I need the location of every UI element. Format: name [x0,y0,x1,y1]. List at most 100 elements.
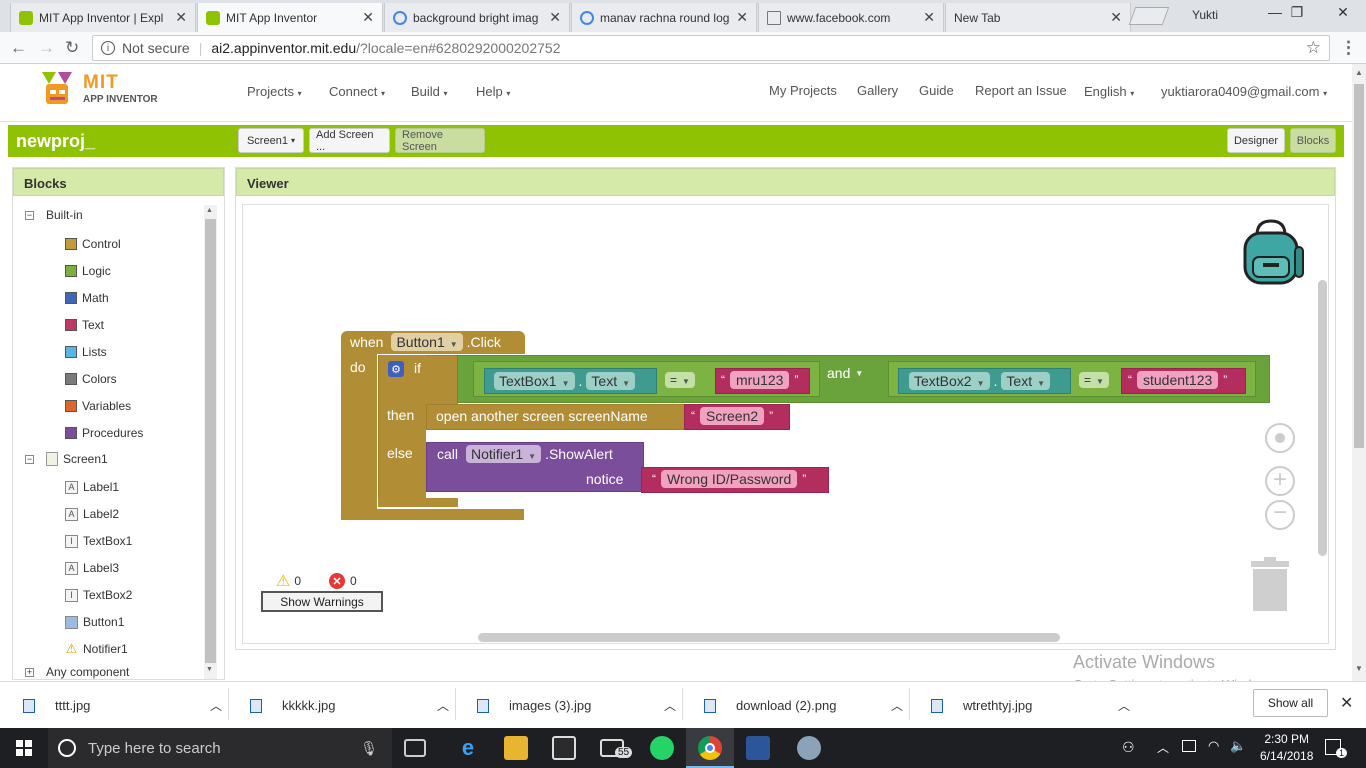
people-icon[interactable]: ⚇ [1122,739,1135,756]
collapse-icon[interactable]: − [25,454,34,464]
browser-tab[interactable]: New Tab ✕ [945,3,1131,32]
whatsapp-icon[interactable] [650,736,674,760]
builtin-control[interactable]: Control [65,237,121,251]
event-block-side[interactable] [341,354,377,512]
close-tab-icon[interactable]: ✕ [1110,9,1122,26]
button-component-dropdown[interactable]: Button1 ▼ [391,333,463,351]
text-property-dropdown[interactable]: Text ▼ [1001,372,1051,390]
tree-screen1[interactable]: − Screen1 [25,452,108,466]
menu-connect[interactable]: Connect ▾ [329,84,385,99]
clock[interactable]: 2:30 PM 6/14/2018 [1260,732,1313,763]
if-block-bottom[interactable] [378,498,458,507]
store-icon[interactable] [552,736,576,760]
textbox1-getter-content[interactable]: TextBox1 ▼ . Text ▼ [494,372,639,390]
event-block-header[interactable]: when Button1 ▼ .Click [350,333,501,351]
builtin-math[interactable]: Math [65,291,109,305]
download-options-chevron-icon[interactable]: ︿ [437,697,449,714]
browser-menu-icon[interactable]: ⋮ [1340,38,1357,58]
workspace-horizontal-scrollbar[interactable] [478,633,1060,642]
event-block-bottom[interactable] [341,509,524,520]
close-tab-icon[interactable]: ✕ [362,9,374,26]
download-options-chevron-icon[interactable]: ︿ [1118,697,1130,714]
tree-any-component[interactable]: + Any component [25,665,129,679]
reload-icon[interactable]: ↻ [65,38,79,58]
component-label2[interactable]: A Label2 [65,507,119,521]
chrome-taskbar-item[interactable] [686,728,734,768]
download-options-chevron-icon[interactable]: ︿ [891,697,903,714]
link-guide[interactable]: Guide [919,83,954,98]
close-tab-icon[interactable]: ✕ [175,9,187,26]
volume-icon[interactable]: 🔈 [1230,738,1246,754]
string-value-mru123[interactable]: mru123 [730,371,790,389]
component-textbox2[interactable]: I TextBox2 [65,588,132,602]
browser-tab[interactable]: background bright imag ✕ [384,3,570,32]
close-tab-icon[interactable]: ✕ [923,9,935,26]
close-tab-icon[interactable]: ✕ [736,9,748,26]
notifier-call-header[interactable]: call Notifier1 ▼ .ShowAlert [437,445,613,463]
component-button1[interactable]: Button1 [65,615,124,629]
browser-tab[interactable]: www.facebook.com ✕ [758,3,944,32]
download-item[interactable]: wtrethtyj.jpg ︿ [931,697,1130,714]
builtin-logic[interactable]: Logic [65,264,111,278]
scroll-up-arrow-icon[interactable]: ▲ [206,207,213,214]
menu-projects[interactable]: Projects ▾ [247,84,302,99]
microphone-icon[interactable]: 🎙 [360,740,378,757]
screen-select[interactable]: Screen1 ▾ [238,128,304,153]
edge-browser-icon[interactable]: e [456,736,480,760]
close-download-bar-icon[interactable]: ✕ [1340,693,1353,713]
browser-tab[interactable]: manav rachna round log ✕ [571,3,757,32]
blocks-workspace[interactable]: when Button1 ▼ .Click do ⚙ if then else a… [242,204,1329,644]
builtin-lists[interactable]: Lists [65,345,107,359]
info-icon[interactable]: i [101,41,115,55]
component-label1[interactable]: A Label1 [65,480,119,494]
string-value-screen2[interactable]: Screen2 [700,407,765,425]
bookmark-star-icon[interactable]: ☆ [1306,38,1321,58]
scroll-up-arrow-icon[interactable]: ▲ [1355,68,1363,77]
wifi-icon[interactable]: ◠ [1208,738,1219,754]
and-operator-dropdown[interactable]: and ▼ [827,365,863,381]
tree-builtin[interactable]: − Built-in [25,208,83,222]
equals-operator-dropdown[interactable]: = ▼ [1075,372,1113,388]
notifier-component-dropdown[interactable]: Notifier1 ▼ [466,445,542,463]
backpack-icon[interactable] [1239,217,1307,287]
windows-start-icon[interactable] [16,740,32,756]
download-item[interactable]: download (2).png ︿ [704,697,903,714]
scroll-down-arrow-icon[interactable]: ▼ [1355,664,1363,673]
back-arrow-icon[interactable]: ← [10,38,27,58]
download-options-chevron-icon[interactable]: ︿ [664,697,676,714]
restore-icon[interactable]: ❐ [1274,4,1320,21]
forward-arrow-icon[interactable]: → [38,38,55,58]
workspace-vertical-scrollbar[interactable] [1318,280,1327,556]
blocks-tree-scrollbar-thumb[interactable] [205,219,216,663]
menu-build[interactable]: Build ▾ [411,84,448,99]
textbox2-dropdown[interactable]: TextBox2 ▼ [909,372,990,390]
component-notifier1[interactable]: ⚠ Notifier1 [65,641,128,656]
word-icon[interactable] [746,736,770,760]
mit-logo-icon[interactable] [36,70,80,108]
browser-tab-active[interactable]: MIT App Inventor ✕ [197,3,383,32]
link-report-issue[interactable]: Report an Issue [975,83,1067,98]
builtin-procedures[interactable]: Procedures [65,426,143,440]
builtin-text[interactable]: Text [65,318,104,332]
profile-name[interactable]: Yukti [1192,8,1218,22]
language-select[interactable]: English ▾ [1084,84,1134,99]
textbox2-getter-content[interactable]: TextBox2 ▼ . Text ▼ [909,372,1054,390]
browser-tab[interactable]: MIT App Inventor | Expl ✕ [10,3,196,32]
designer-button[interactable]: Designer [1227,128,1285,153]
textbox1-dropdown[interactable]: TextBox1 ▼ [494,372,575,390]
equals-operator-dropdown[interactable]: = ▼ [661,372,699,388]
page-scrollbar-thumb[interactable] [1354,84,1364,448]
close-tab-icon[interactable]: ✕ [549,9,561,26]
show-hidden-icons-icon[interactable]: ︿ [1157,739,1169,756]
task-view-icon[interactable] [404,739,426,757]
scroll-down-arrow-icon[interactable]: ▼ [206,666,213,673]
blocks-button[interactable]: Blocks [1290,128,1336,153]
blocks-tree-scrollbar[interactable]: ▲ ▼ [204,205,217,679]
text-property-dropdown[interactable]: Text ▼ [586,372,636,390]
string-mru123-content[interactable]: “ mru123 ” [721,371,798,389]
page-scrollbar[interactable]: ▲ ▼ [1352,64,1366,681]
string-screen2-content[interactable]: “ Screen2 ” [691,407,773,425]
taskbar-search-box[interactable]: Type here to search 🎙 [48,728,392,768]
paint-icon[interactable] [797,736,821,760]
builtin-variables[interactable]: Variables [65,399,131,413]
